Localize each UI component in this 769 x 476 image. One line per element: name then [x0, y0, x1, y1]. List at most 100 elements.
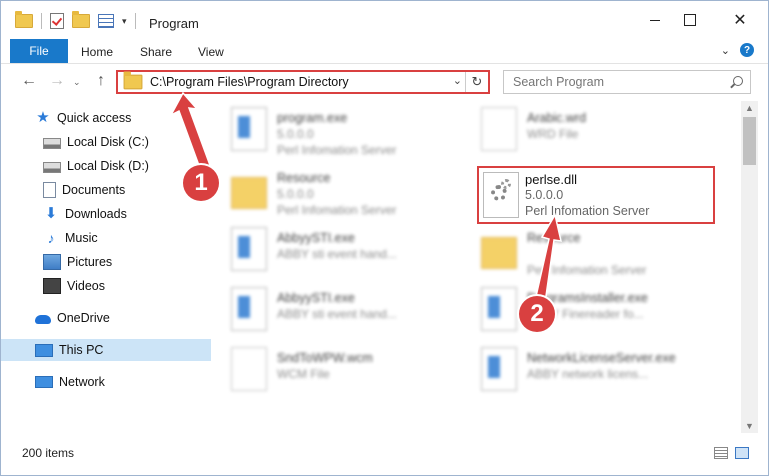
sidebar-item-local-disk-c[interactable]: Local Disk (C:) [1, 131, 246, 153]
application-icon [231, 107, 267, 151]
pictures-icon [43, 254, 61, 270]
vertical-scrollbar[interactable]: ▲ ▼ [741, 101, 758, 433]
videos-icon [43, 278, 61, 294]
file-description: Perl Infomation Server [527, 263, 647, 277]
scroll-down-icon[interactable]: ▼ [745, 421, 754, 431]
address-dropdown-icon[interactable]: ⌄ [453, 74, 462, 87]
file-description: Perl Infomation Server [277, 143, 397, 157]
file-version: 5.0.0.0 [277, 127, 314, 141]
pc-icon [35, 343, 53, 357]
file-item[interactable]: Resource 5.0.0.0 Perl Infomation Server [211, 163, 451, 217]
sidebar-item-label: Downloads [65, 207, 127, 221]
file-version: 5.0.0.0 [277, 187, 314, 201]
scrollbar-thumb[interactable] [743, 117, 756, 165]
file-list: program.exe 5.0.0.0 Perl Infomation Serv… [211, 101, 740, 433]
file-item[interactable]: SndToWPW.wcm WCM File [211, 343, 451, 395]
file-name: program.exe [277, 111, 348, 125]
music-icon: ♪ [47, 230, 55, 246]
file-name: AbbyySTI.exe [277, 291, 355, 305]
file-description: ABBY sti event hand... [277, 307, 397, 321]
file-item[interactable]: Resource Perl Infomation Server [461, 223, 701, 277]
address-bar[interactable]: C:\Program Files\Program Directory ⌄ ↻ [116, 70, 490, 94]
new-folder-icon[interactable] [72, 11, 90, 28]
ribbon-controls: ⌄ ? [721, 43, 754, 57]
sidebar-item-music[interactable]: ♪ Music ⊥ [1, 227, 246, 249]
sidebar-item-label: This PC [59, 343, 104, 357]
file-item[interactable]: ProgramsInstaller.exe ABBY Finereader fo… [461, 283, 701, 335]
search-icon [733, 76, 743, 86]
sidebar-item-label: Network [59, 375, 105, 389]
file-description: ABBY network licens... [527, 367, 649, 381]
file-item[interactable]: NetworkLicenseServer.exe ABBY network li… [461, 343, 701, 395]
sidebar-item-label: Music [65, 231, 98, 245]
file-item[interactable]: program.exe 5.0.0.0 Perl Infomation Serv… [211, 103, 451, 157]
details-view-icon[interactable] [714, 447, 728, 459]
navigation-pane: ★ Quick access Local Disk (C:) Local Dis… [1, 101, 238, 433]
application-icon [231, 287, 267, 331]
maximize-button[interactable] [667, 1, 713, 39]
window-title: Program [149, 16, 199, 31]
file-name: NetworkLicenseServer.exe [527, 351, 676, 365]
help-icon[interactable]: ? [740, 43, 754, 57]
file-name: SndToWPW.wcm [277, 351, 373, 365]
disk-icon [43, 162, 61, 173]
up-arrow-icon[interactable]: ↑ [97, 72, 105, 90]
properties-check-icon[interactable] [50, 13, 64, 29]
tab-share[interactable]: Share [140, 45, 172, 59]
back-arrow-icon[interactable]: ← [21, 72, 37, 90]
folder-icon [123, 71, 143, 90]
search-input[interactable] [511, 74, 715, 90]
file-item[interactable]: Arabic.wrd WRD File [461, 103, 701, 155]
forward-arrow-icon[interactable]: → [49, 72, 65, 90]
sidebar-item-label: OneDrive [57, 311, 110, 325]
tab-file[interactable]: File [10, 39, 68, 63]
sidebar-item-quick-access[interactable]: ★ Quick access [1, 107, 238, 129]
star-icon: ★ [36, 109, 50, 126]
file-item[interactable]: AbbyySTI.exe ABBY sti event hand... [211, 283, 451, 335]
application-icon [481, 347, 517, 391]
sidebar-item-pictures[interactable]: Pictures ⊥ [1, 251, 246, 273]
sidebar-item-onedrive[interactable]: OneDrive [1, 307, 238, 329]
file-description: Perl Infomation Server [277, 203, 397, 217]
sidebar-item-label: Quick access [57, 111, 132, 125]
step-badge-1: 1 [183, 165, 219, 201]
sidebar-item-label: Local Disk (C:) [67, 135, 149, 149]
ribbon-tabs: File Home Share View ⌄ ? [1, 39, 768, 64]
tab-home[interactable]: Home [81, 45, 113, 59]
navigation-bar: ← → ⌄ ↑ C:\Program Files\Program Directo… [1, 64, 768, 98]
file-type: WCM File [277, 367, 330, 381]
file-type: WRD File [527, 127, 579, 141]
tab-view[interactable]: View [198, 45, 224, 59]
search-box[interactable] [503, 70, 751, 94]
application-icon [481, 287, 517, 331]
file-description: ABBY sti event hand... [277, 247, 397, 261]
minimize-icon [650, 19, 660, 21]
sidebar-item-downloads[interactable]: ⬇ Downloads ⊥ [1, 203, 246, 225]
recent-locations-icon[interactable]: ⌄ [73, 77, 81, 88]
file-item[interactable]: AbbyySTI.exe ABBY sti event hand... [211, 223, 451, 275]
scroll-up-icon[interactable]: ▲ [745, 103, 754, 113]
sidebar-item-network[interactable]: Network [1, 371, 238, 393]
close-button[interactable]: ✕ [717, 1, 763, 39]
maximize-icon [684, 14, 696, 26]
properties-icon[interactable] [98, 14, 114, 28]
close-icon: ✕ [733, 12, 747, 29]
document-icon [481, 107, 517, 151]
refresh-icon[interactable]: ↻ [465, 72, 488, 92]
document-icon [231, 347, 267, 391]
sidebar-item-label: Documents [62, 183, 126, 197]
sidebar-item-this-pc[interactable]: This PC [1, 339, 238, 361]
toolbar-separator [41, 13, 42, 29]
toolbar-separator [134, 13, 136, 29]
sidebar-item-label: Pictures [67, 255, 113, 269]
sidebar-item-videos[interactable]: Videos ⊥ [1, 275, 246, 297]
expand-ribbon-icon[interactable]: ⌄ [721, 44, 730, 57]
tiles-view-icon[interactable] [735, 447, 749, 459]
quick-access-toolbar: ▾ [15, 11, 136, 29]
customize-toolbar-icon[interactable]: ▾ [122, 16, 127, 27]
step-badge-2: 2 [519, 296, 555, 332]
file-name: Arabic.wrd [527, 111, 587, 125]
file-name: AbbyySTI.exe [277, 231, 355, 245]
address-path[interactable]: C:\Program Files\Program Directory [150, 75, 349, 89]
download-icon: ⬇ [44, 205, 58, 222]
